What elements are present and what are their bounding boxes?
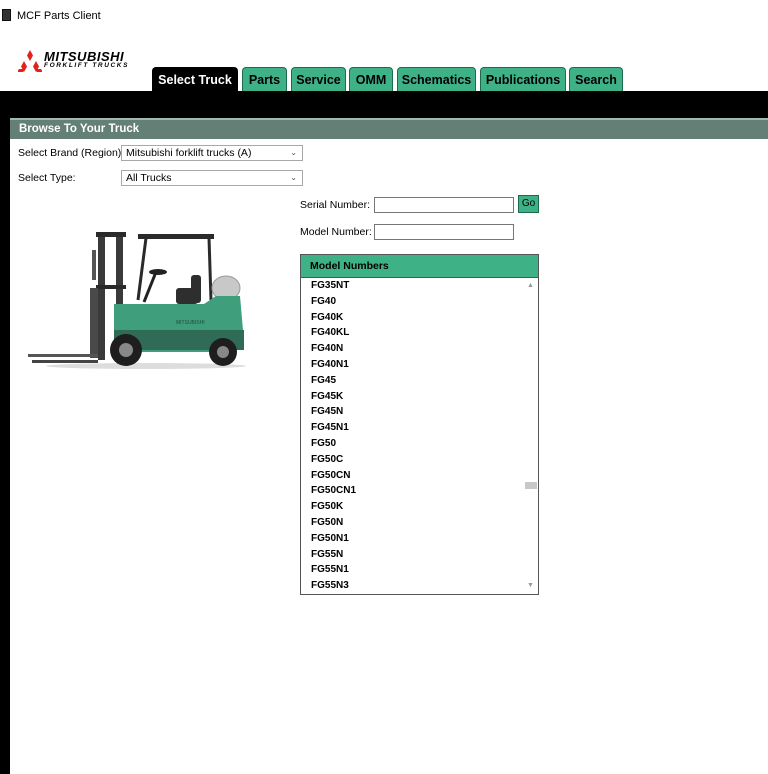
model-numbers-items: FG35NT FG40 FG40K FG40KL FG40N FG40N1 FG45 FG45… (301, 278, 523, 594)
model-numbers-header: Model Numbers (301, 255, 538, 278)
window-title: MCF Parts Client (17, 10, 101, 22)
model-number-input[interactable] (374, 224, 514, 240)
svg-text:MITSUBISHI: MITSUBISHI (176, 320, 205, 326)
go-button[interactable]: Go (518, 195, 539, 213)
list-item[interactable]: FG35NT (301, 278, 523, 294)
model-numbers-list[interactable]: Model Numbers FG35NT FG40 FG40K FG40KL FG40N… (300, 254, 539, 595)
left-border-strip (0, 118, 10, 774)
list-item[interactable]: FG40 (301, 294, 523, 310)
tab-select-truck[interactable]: Select Truck (152, 67, 238, 91)
list-item[interactable]: FG50C (301, 452, 523, 468)
logo-subtitle: FORKLIFT TRUCKS (44, 62, 130, 69)
serial-number-input[interactable] (374, 197, 514, 213)
brand-select[interactable]: Mitsubishi forklift trucks (A) ⌄ (121, 145, 303, 161)
chevron-down-icon: ⌄ (290, 173, 297, 182)
list-item[interactable]: FG55N3 (301, 578, 523, 594)
chevron-down-icon: ⌄ (290, 148, 297, 157)
list-item[interactable]: FG40KL (301, 325, 523, 341)
brand-select-label: Select Brand (Region): (18, 147, 125, 159)
app-icon (2, 9, 11, 21)
scroll-down-icon[interactable]: ▼ (523, 580, 538, 592)
tab-service[interactable]: Service (291, 67, 346, 91)
mitsubishi-logo: MITSUBISHI FORKLIFT TRUCKS (18, 50, 140, 72)
scroll-thumb[interactable] (525, 482, 537, 489)
list-item[interactable]: FG55N (301, 547, 523, 563)
list-item[interactable]: FG40K (301, 310, 523, 326)
list-item[interactable]: FG50 (301, 436, 523, 452)
list-item[interactable]: FG45K (301, 389, 523, 405)
forklift-image: MITSUBISHI (28, 232, 246, 369)
tab-publications[interactable]: Publications (480, 67, 566, 91)
list-item[interactable]: FG50N1 (301, 531, 523, 547)
list-item[interactable]: FG40N (301, 341, 523, 357)
list-scrollbar[interactable]: ▲ ▼ (523, 278, 538, 594)
brand-select-value: Mitsubishi forklift trucks (A) (126, 147, 252, 159)
panel-title: Browse To Your Truck (10, 118, 768, 139)
list-item[interactable]: FG50CN (301, 468, 523, 484)
list-item[interactable]: FG45 (301, 373, 523, 389)
tab-parts[interactable]: Parts (242, 67, 287, 91)
model-number-label: Model Number: (300, 226, 372, 238)
serial-number-label: Serial Number: (300, 199, 371, 211)
tab-schematics[interactable]: Schematics (397, 67, 476, 91)
type-select-value: All Trucks (126, 172, 172, 184)
three-diamonds-icon (18, 50, 42, 72)
type-select[interactable]: All Trucks ⌄ (121, 170, 303, 186)
type-select-label: Select Type: (18, 172, 76, 184)
list-item[interactable]: FG50N (301, 515, 523, 531)
list-item[interactable]: FG50K (301, 499, 523, 515)
tab-underline-bar (0, 91, 768, 118)
list-item[interactable]: FG45N (301, 404, 523, 420)
scroll-up-icon[interactable]: ▲ (523, 280, 538, 292)
list-item[interactable]: FG40N1 (301, 357, 523, 373)
list-item[interactable]: FG45N1 (301, 420, 523, 436)
list-item[interactable]: FG50CN1 (301, 483, 523, 499)
list-item[interactable]: FG55N1 (301, 562, 523, 578)
tab-search[interactable]: Search (569, 67, 623, 91)
tab-omm[interactable]: OMM (349, 67, 393, 91)
title-bar: MCF Parts Client (0, 0, 768, 30)
